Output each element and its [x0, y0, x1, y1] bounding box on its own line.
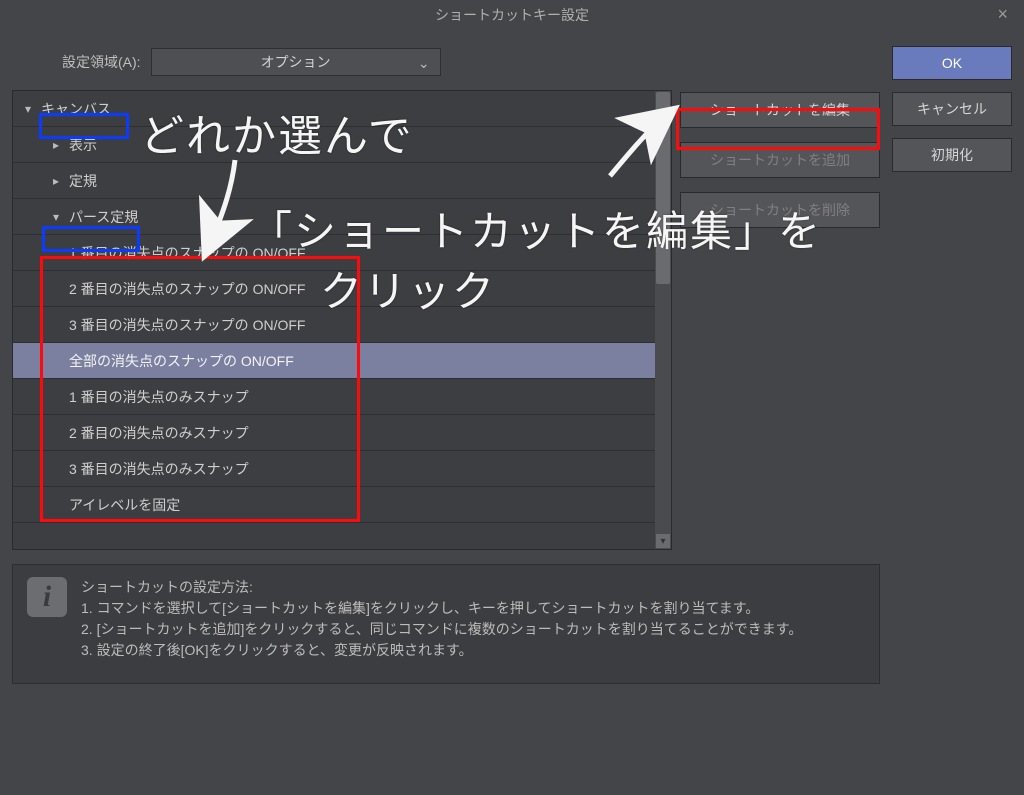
edit-shortcut-button[interactable]: ショートカットを編集	[680, 92, 880, 128]
info-line-3: 3. 設定の終了後[OK]をクリックすると、変更が反映されます。	[81, 640, 802, 661]
info-line-1: 1. コマンドを選択して[ショートカットを編集]をクリックし、キーを押してショー…	[81, 598, 802, 619]
tree-item-label: パース定規	[69, 207, 138, 227]
titlebar: ショートカットキー設定 ×	[0, 0, 1024, 30]
tree-leaf[interactable]: 2 番目の消失点のみスナップ	[13, 415, 671, 451]
right-column: OK キャンセル 初期化	[892, 40, 1012, 684]
delete-shortcut-button[interactable]: ショートカットを削除	[680, 192, 880, 228]
tree-item-label: 2 番目の消失点のみスナップ	[69, 423, 249, 443]
tree-leaf[interactable]: アイレベルを固定	[13, 487, 671, 523]
info-heading: ショートカットの設定方法:	[81, 577, 802, 598]
tree-item-label: 全部の消失点のスナップの ON/OFF	[69, 351, 294, 371]
chevron-down-icon: ▾	[53, 210, 67, 224]
setting-area-label: 設定領域(A):	[62, 52, 141, 72]
setting-area-row: 設定領域(A): オプション ⌄	[12, 40, 880, 90]
setting-area-value: オプション	[261, 52, 331, 72]
tree-leaf[interactable]: 1 番目の消失点のスナップの ON/OFF	[13, 235, 671, 271]
tree-item-label: 1 番目の消失点のスナップの ON/OFF	[69, 243, 305, 263]
ok-button[interactable]: OK	[892, 46, 1012, 80]
command-tree[interactable]: ▾キャンバス▸表示▸定規▾パース定規1 番目の消失点のスナップの ON/OFF2…	[12, 90, 672, 550]
tree-item-label: 定規	[69, 171, 97, 191]
tree-item-label: 3 番目の消失点のみスナップ	[69, 459, 249, 479]
scrollbar-track[interactable]: ▾	[655, 91, 671, 549]
chevron-right-icon: ▸	[53, 138, 67, 152]
add-shortcut-button[interactable]: ショートカットを追加	[680, 142, 880, 178]
info-icon: i	[27, 577, 67, 617]
tree-group[interactable]: ▾キャンバス	[13, 91, 671, 127]
content-row: ▾キャンバス▸表示▸定規▾パース定規1 番目の消失点のスナップの ON/OFF2…	[12, 90, 880, 550]
tree-item-label: 3 番目の消失点のスナップの ON/OFF	[69, 315, 305, 335]
close-icon[interactable]: ×	[989, 2, 1016, 27]
tree-item-label: キャンバス	[41, 99, 111, 119]
tree-leaf[interactable]: 3 番目の消失点のみスナップ	[13, 451, 671, 487]
window-title: ショートカットキー設定	[435, 5, 589, 25]
scroll-down-icon[interactable]: ▾	[656, 534, 670, 548]
tree-leaf[interactable]: 3 番目の消失点のスナップの ON/OFF	[13, 307, 671, 343]
tree-group[interactable]: ▸定規	[13, 163, 671, 199]
tree-group[interactable]: ▸表示	[13, 127, 671, 163]
tree-item-label: 1 番目の消失点のみスナップ	[69, 387, 249, 407]
tree-leaf[interactable]: 全部の消失点のスナップの ON/OFF	[13, 343, 671, 379]
tree-item-label: 2 番目の消失点のスナップの ON/OFF	[69, 279, 305, 299]
chevron-down-icon: ▾	[25, 102, 39, 116]
chevron-down-icon: ⌄	[418, 55, 430, 72]
chevron-right-icon: ▸	[53, 174, 67, 188]
left-column: 設定領域(A): オプション ⌄ ▾キャンバス▸表示▸定規▾パース定規1 番目の…	[12, 40, 880, 684]
setting-area-dropdown[interactable]: オプション ⌄	[151, 48, 441, 76]
info-box: i ショートカットの設定方法: 1. コマンドを選択して[ショートカットを編集]…	[12, 564, 880, 684]
tree-item-label: アイレベルを固定	[69, 495, 180, 515]
tree-group[interactable]: ▾パース定規	[13, 199, 671, 235]
tree-item-label: 表示	[69, 135, 97, 155]
tree-leaf[interactable]: 1 番目の消失点のみスナップ	[13, 379, 671, 415]
info-text: ショートカットの設定方法: 1. コマンドを選択して[ショートカットを編集]をク…	[81, 577, 802, 671]
scrollbar-thumb[interactable]	[656, 92, 670, 284]
dialog-body: 設定領域(A): オプション ⌄ ▾キャンバス▸表示▸定規▾パース定規1 番目の…	[0, 30, 1024, 694]
cancel-button[interactable]: キャンセル	[892, 92, 1012, 126]
reset-button[interactable]: 初期化	[892, 138, 1012, 172]
tree-leaf[interactable]: 2 番目の消失点のスナップの ON/OFF	[13, 271, 671, 307]
info-line-2: 2. [ショートカットを追加]をクリックすると、同じコマンドに複数のショートカッ…	[81, 619, 802, 640]
shortcut-side-buttons: ショートカットを編集 ショートカットを追加 ショートカットを削除	[680, 90, 880, 550]
